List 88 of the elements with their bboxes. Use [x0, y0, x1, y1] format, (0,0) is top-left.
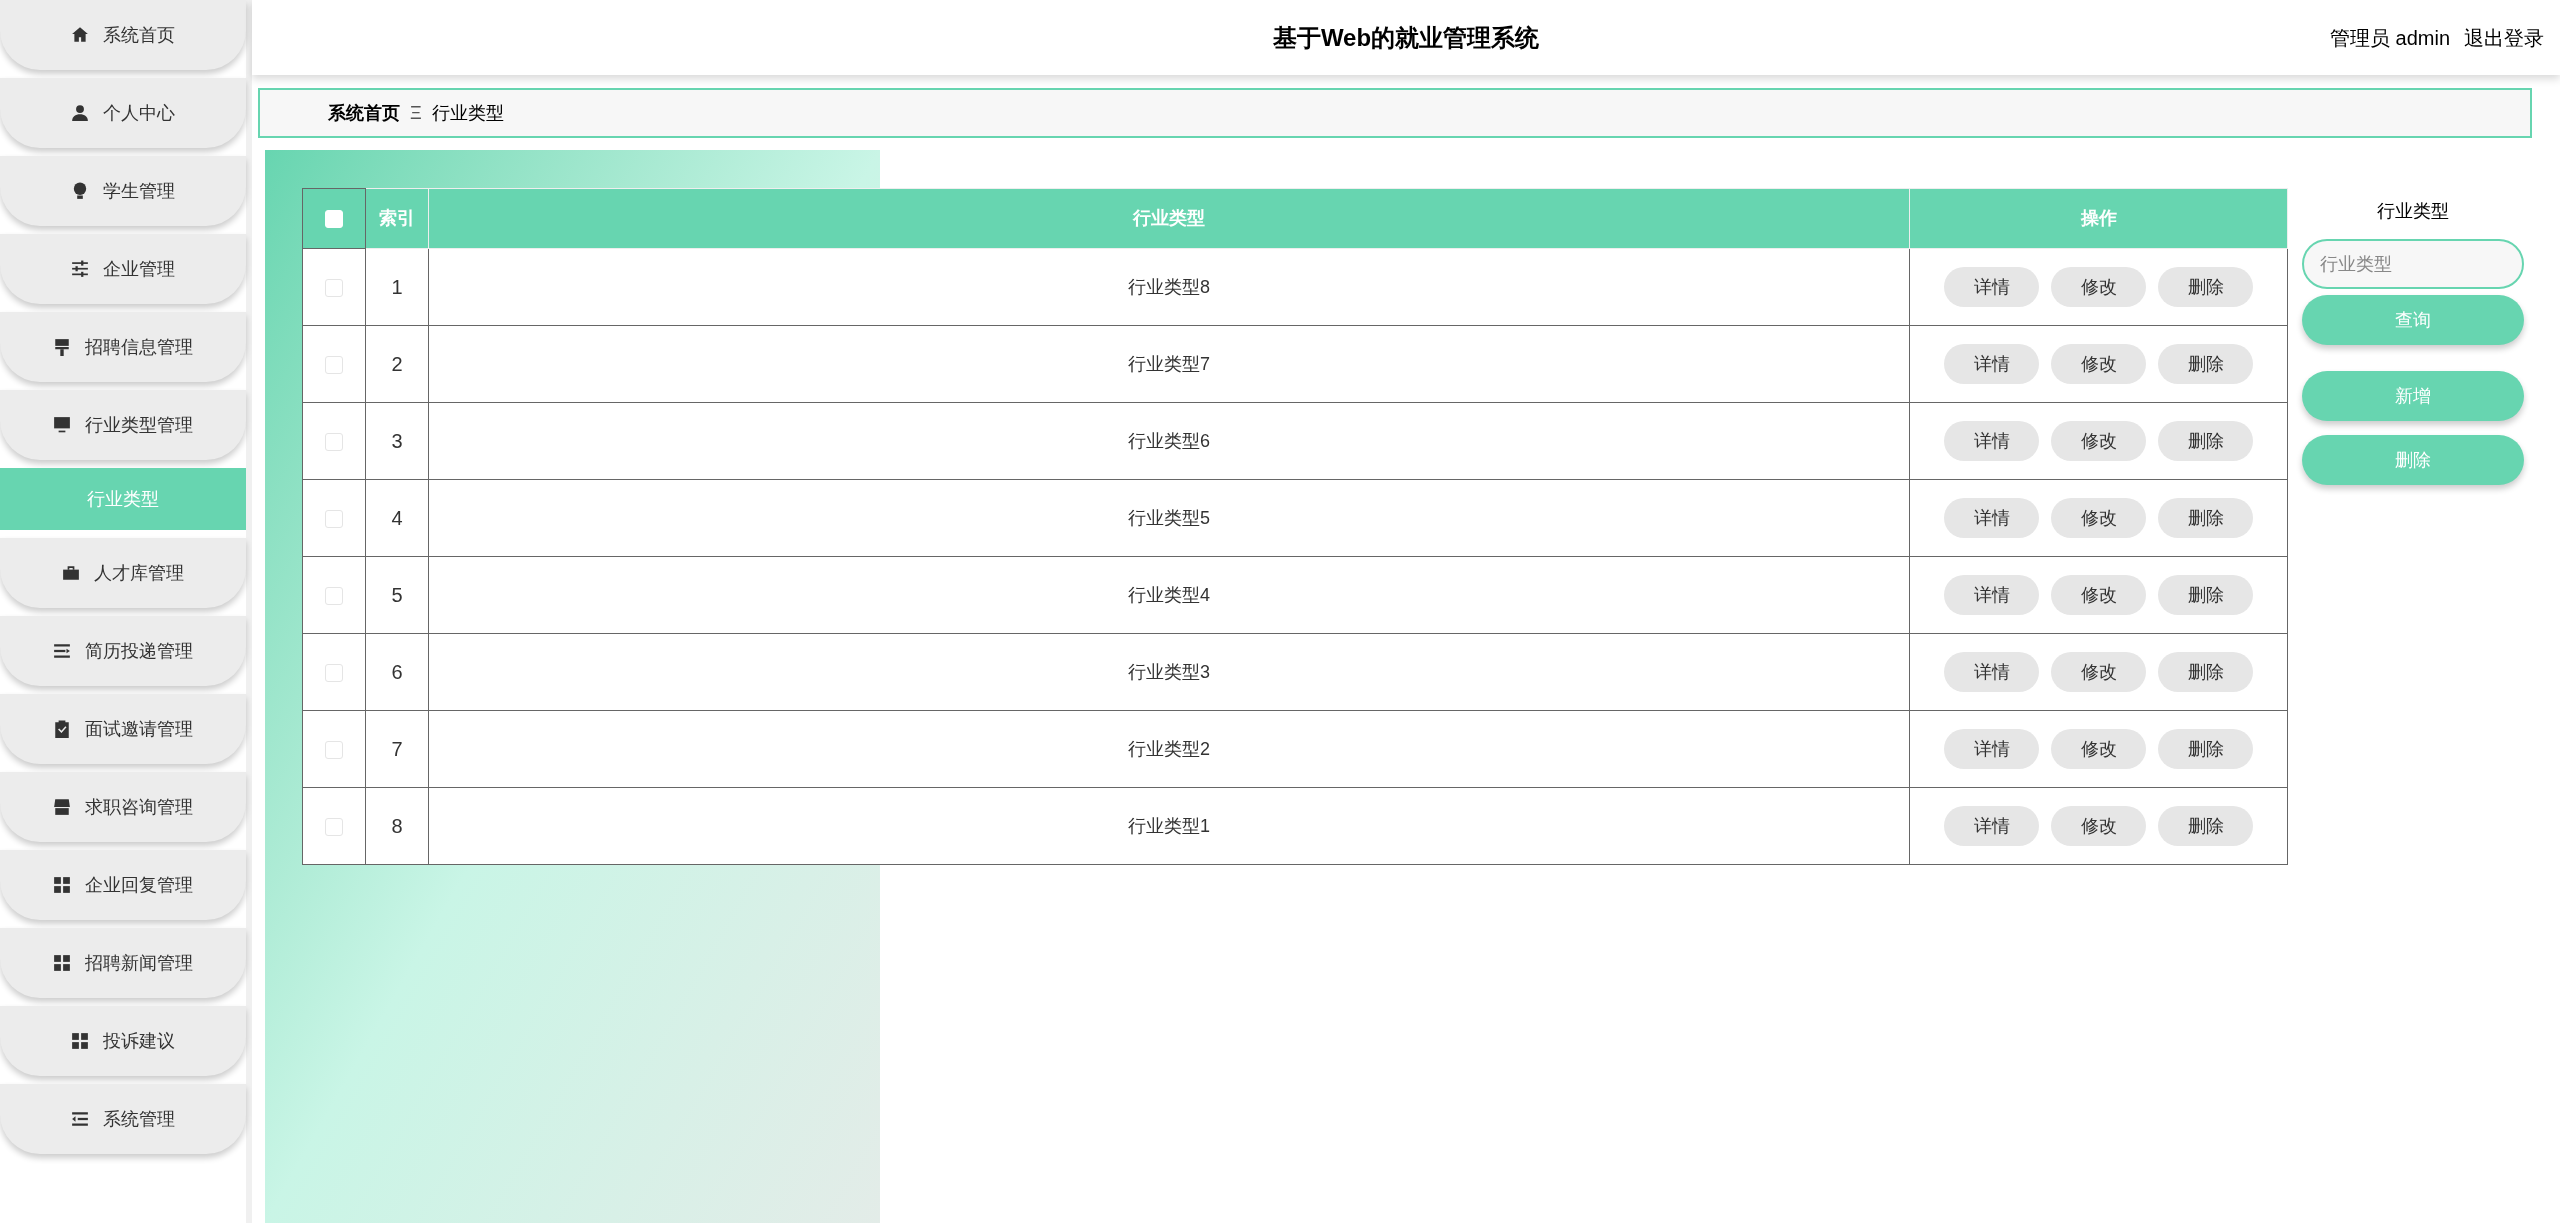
- delete-button[interactable]: 删除: [2158, 267, 2253, 307]
- table-cell: 2: [365, 325, 429, 403]
- monitor-icon: [53, 416, 71, 434]
- table-cell: 行业类型3: [428, 633, 1910, 711]
- details-button[interactable]: 详情: [1944, 267, 2039, 307]
- details-button[interactable]: 详情: [1944, 344, 2039, 384]
- indent-list-icon: [71, 1110, 89, 1128]
- clipboard-check-icon: [53, 720, 71, 738]
- edit-button[interactable]: 修改: [2051, 344, 2146, 384]
- table-cell: 行业类型6: [428, 402, 1910, 480]
- sidebar-menu-item[interactable]: 企业回复管理: [0, 850, 246, 920]
- breadcrumb-home-link[interactable]: 系统首页: [328, 99, 400, 127]
- table-cell: 行业类型1: [428, 787, 1910, 865]
- edit-button[interactable]: 修改: [2051, 729, 2146, 769]
- table-cell: 4: [365, 479, 429, 557]
- delete-button[interactable]: 删除: [2158, 575, 2253, 615]
- store-icon: [53, 798, 71, 816]
- system-title: 基于Web的就业管理系统: [1272, 22, 1540, 53]
- table-cell: 行业类型4: [428, 556, 1910, 634]
- briefcase-icon: [62, 564, 80, 582]
- brush-icon: [53, 338, 71, 356]
- delete-button[interactable]: 删除: [2158, 344, 2253, 384]
- row-checkbox[interactable]: [325, 586, 343, 605]
- delete-button[interactable]: 删除: [2158, 421, 2253, 461]
- grid-icon: [71, 1032, 89, 1050]
- table-cell: 6: [365, 633, 429, 711]
- details-button[interactable]: 详情: [1944, 421, 2039, 461]
- row-checkbox[interactable]: [325, 817, 343, 836]
- table-cell: 8: [365, 787, 429, 865]
- user-icon: [71, 104, 89, 122]
- sidebar-menu-item[interactable]: 投诉建议: [0, 1006, 246, 1076]
- row-checkbox[interactable]: [325, 509, 343, 528]
- details-button[interactable]: 详情: [1944, 729, 2039, 769]
- sidebar-menu-item[interactable]: 招聘新闻管理: [0, 928, 246, 998]
- table-cell: 行业类型2: [428, 710, 1910, 788]
- sidebar-menu-item[interactable]: 行业类型管理: [0, 390, 246, 460]
- breadcrumb-current: 行业类型: [431, 101, 504, 125]
- home-icon: [71, 26, 89, 44]
- column-header: 行业类型: [428, 188, 1910, 249]
- sidebar-menu-item[interactable]: 系统管理: [0, 1084, 246, 1154]
- column-header: 索引: [365, 188, 429, 249]
- row-checkbox[interactable]: [325, 432, 343, 451]
- row-checkbox[interactable]: [325, 278, 343, 297]
- table-cell: 1: [365, 248, 429, 326]
- lightbulb-icon: [71, 182, 89, 200]
- sidebar-menu-item[interactable]: 求职咨询管理: [0, 772, 246, 842]
- sidebar-menu-item[interactable]: 学生管理: [0, 156, 246, 226]
- table-cell: 5: [365, 556, 429, 634]
- edit-button[interactable]: 修改: [2051, 652, 2146, 692]
- details-button[interactable]: 详情: [1944, 575, 2039, 615]
- logout-link[interactable]: 退出登录: [2464, 22, 2544, 53]
- edit-button[interactable]: 修改: [2051, 575, 2146, 615]
- search-label: 行业类型: [2377, 200, 2449, 223]
- table-cell: 3: [365, 402, 429, 480]
- sidebar-menu-item[interactable]: 简历投递管理: [0, 616, 246, 686]
- sidebar-menu-item[interactable]: 个人中心: [0, 78, 246, 148]
- delete-button[interactable]: 删除: [2158, 498, 2253, 538]
- sidebar-menu-item[interactable]: 人才库管理: [0, 538, 246, 608]
- grid-icon: [53, 876, 71, 894]
- row-checkbox[interactable]: [325, 740, 343, 759]
- sliders-icon: [71, 260, 89, 278]
- delete-button[interactable]: 删除: [2158, 652, 2253, 692]
- list-icon: [53, 642, 71, 660]
- table-cell: 行业类型5: [428, 479, 1910, 557]
- details-button[interactable]: 详情: [1944, 498, 2039, 538]
- sidebar-menu-item[interactable]: 企业管理: [0, 234, 246, 304]
- table-cell: 7: [365, 710, 429, 788]
- sidebar-menu-item[interactable]: 招聘信息管理: [0, 312, 246, 382]
- sidebar-menu-item[interactable]: 系统首页: [0, 0, 246, 70]
- edit-button[interactable]: 修改: [2051, 267, 2146, 307]
- column-header: 操作: [1909, 188, 2288, 249]
- table-cell: 行业类型7: [428, 325, 1910, 403]
- edit-button[interactable]: 修改: [2051, 421, 2146, 461]
- select-all-checkbox[interactable]: [325, 210, 343, 229]
- grid-icon: [53, 954, 71, 972]
- delete-button[interactable]: 删除: [2158, 729, 2253, 769]
- row-checkbox[interactable]: [325, 355, 343, 374]
- edit-button[interactable]: 修改: [2051, 806, 2146, 846]
- details-button[interactable]: 详情: [1944, 652, 2039, 692]
- row-checkbox[interactable]: [325, 663, 343, 682]
- search-field[interactable]: 行业类型: [2302, 239, 2524, 289]
- delete-button[interactable]: 删除: [2158, 806, 2253, 846]
- sidebar-menu-item[interactable]: 面试邀请管理: [0, 694, 246, 764]
- admin-user-label: 管理员 admin: [2330, 25, 2450, 51]
- edit-button[interactable]: 修改: [2051, 498, 2146, 538]
- details-button[interactable]: 详情: [1944, 806, 2039, 846]
- breadcrumb-separator: Ξ: [410, 101, 422, 125]
- table-cell: 行业类型8: [428, 248, 1910, 326]
